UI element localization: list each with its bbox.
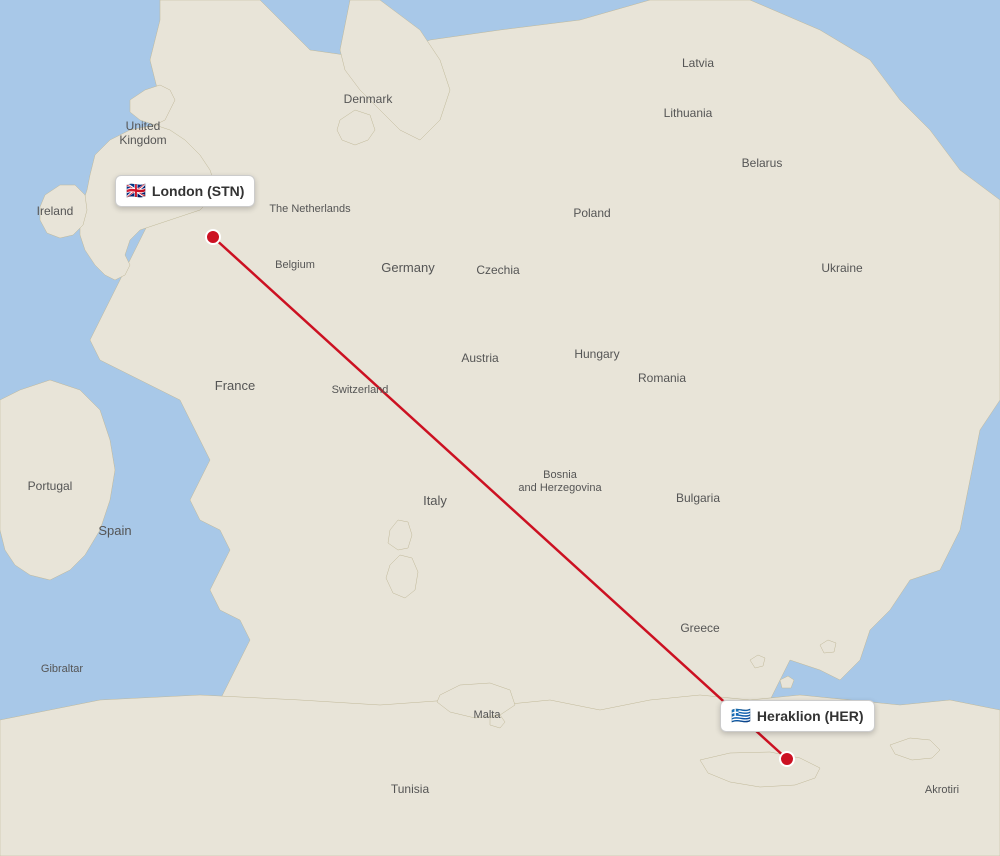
country-label-germany: Germany (381, 260, 435, 275)
country-label-latvia: Latvia (682, 56, 714, 70)
london-dot (206, 230, 220, 244)
country-label-gibraltar: Gibraltar (41, 663, 84, 675)
country-label-poland: Poland (573, 206, 610, 220)
country-label-akrotiri: Akrotiri (925, 784, 959, 796)
heraklion-dot (780, 752, 794, 766)
map-container: United Kingdom Ireland The Netherlands B… (0, 0, 1000, 856)
country-label-bosnia2: and Herzegovina (518, 482, 602, 494)
country-label-tunisia: Tunisia (391, 782, 430, 796)
heraklion-airport-label: 🇬🇷 Heraklion (HER) (720, 700, 875, 732)
svg-text:Kingdom: Kingdom (119, 133, 166, 147)
country-label-italy: Italy (423, 493, 447, 508)
london-airport-label: 🇬🇧 London (STN) (115, 175, 255, 207)
country-label-lithuania: Lithuania (664, 106, 713, 120)
country-label-greece: Greece (680, 621, 720, 635)
country-label-romania: Romania (638, 371, 686, 385)
country-label-portugal: Portugal (28, 479, 73, 493)
country-label-denmark: Denmark (344, 92, 394, 106)
london-airport-name: London (STN) (152, 183, 245, 199)
country-label-belgium: Belgium (275, 259, 315, 271)
heraklion-airport-name: Heraklion (HER) (757, 708, 864, 724)
country-label-hungary: Hungary (574, 347, 619, 361)
country-label-czechia: Czechia (476, 263, 520, 277)
country-label-switzerland: Switzerland (332, 384, 389, 396)
london-flag: 🇬🇧 (126, 181, 146, 201)
country-label-ukraine: Ukraine (821, 261, 863, 275)
country-label-ireland: Ireland (37, 204, 74, 218)
country-label-belarus: Belarus (742, 156, 783, 170)
country-label-malta: Malta (474, 709, 502, 721)
country-label-bulgaria: Bulgaria (676, 491, 720, 505)
country-label-france: France (215, 378, 255, 393)
country-label-netherlands: The Netherlands (269, 203, 351, 215)
country-label-uk: United (126, 119, 161, 133)
country-label-spain: Spain (98, 523, 131, 538)
heraklion-flag: 🇬🇷 (731, 706, 751, 726)
country-label-bosnia1: Bosnia (543, 469, 578, 481)
country-label-austria: Austria (461, 351, 499, 365)
